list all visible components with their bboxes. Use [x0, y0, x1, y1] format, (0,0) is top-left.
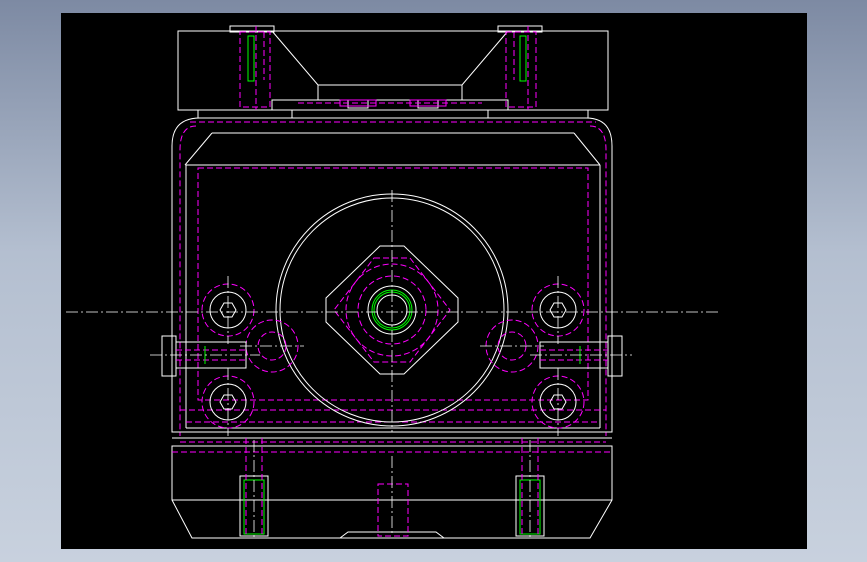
corner-bolt-bottom-right [531, 368, 585, 436]
corner-bolt-top-right [531, 276, 585, 344]
base-bolt-left [239, 438, 269, 538]
base-bolt-right [515, 438, 545, 538]
side-set-screw-right [530, 335, 632, 377]
center-pocket [377, 483, 409, 537]
cad-viewport[interactable]: .w{stroke:#ffffff;fill:none;stroke-width… [61, 13, 807, 549]
cad-drawing: .w{stroke:#ffffff;fill:none;stroke-width… [66, 25, 720, 539]
side-set-screw-left [150, 335, 260, 377]
corner-bolt-top-left [201, 276, 255, 344]
corner-bolt-bottom-left [201, 368, 255, 436]
top-clamp-block [177, 25, 609, 119]
